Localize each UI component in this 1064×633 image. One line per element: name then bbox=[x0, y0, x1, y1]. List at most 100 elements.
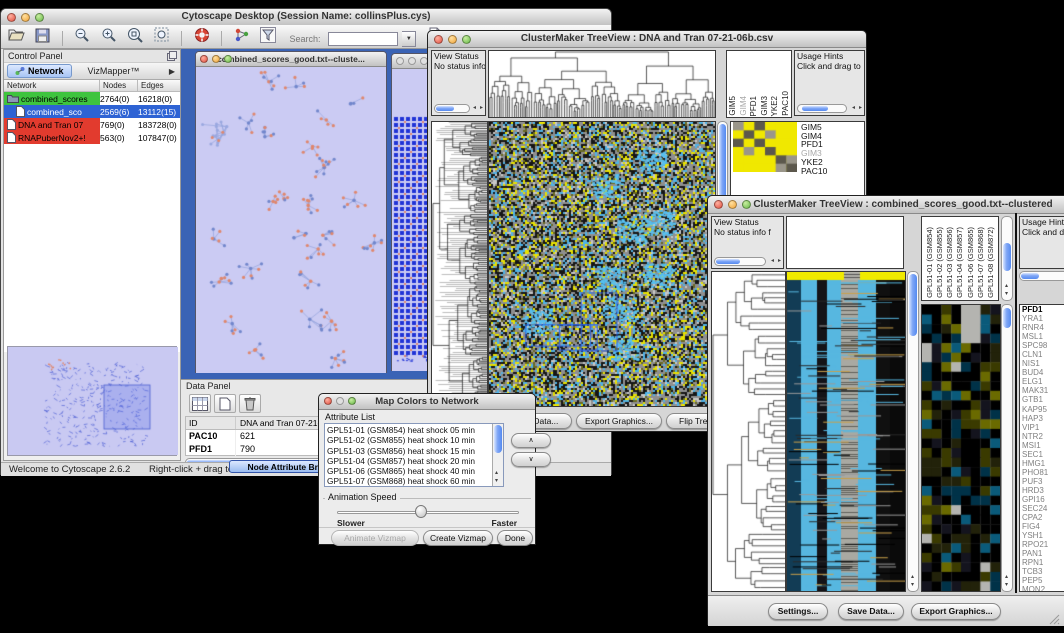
settings-button[interactable]: Settings... bbox=[768, 603, 828, 620]
minimize-icon[interactable] bbox=[336, 397, 344, 405]
gene-label[interactable]: NIS1 bbox=[1020, 359, 1064, 368]
gene-label[interactable]: MSI1 bbox=[1020, 441, 1064, 450]
close-icon[interactable] bbox=[434, 35, 443, 44]
scroll-up-icon[interactable]: ▴ bbox=[495, 470, 498, 477]
gene-label[interactable]: HAP3 bbox=[1020, 414, 1064, 423]
zoom-window-icon[interactable] bbox=[348, 397, 356, 405]
table-mode-icon[interactable] bbox=[189, 394, 211, 413]
scroll-left-icon[interactable]: ◂ bbox=[473, 105, 476, 112]
gene-label[interactable]: HRD3 bbox=[1020, 486, 1064, 495]
gene-label[interactable]: TCB3 bbox=[1020, 567, 1064, 576]
main-titlebar[interactable]: Cytoscape Desktop (Session Name: collins… bbox=[1, 9, 611, 26]
search-input[interactable] bbox=[328, 32, 398, 46]
scrollbar-thumb[interactable] bbox=[716, 259, 740, 264]
create-vizmap-button[interactable]: Create Vizmap bbox=[423, 530, 493, 546]
gene-label[interactable]: PHO81 bbox=[1020, 468, 1064, 477]
scroll-right-icon[interactable]: ▸ bbox=[859, 105, 862, 112]
gene-label[interactable]: BUD4 bbox=[1020, 368, 1064, 377]
scroll-down-icon[interactable]: ▾ bbox=[1005, 582, 1008, 589]
gene-label[interactable]: CLN1 bbox=[1020, 350, 1064, 359]
delete-attribute-trash-icon[interactable] bbox=[239, 394, 261, 413]
network-row-combined-scores[interactable]: combined_scores 2764(0) 16218(0) bbox=[4, 92, 180, 105]
gene-label[interactable]: YSH1 bbox=[1020, 531, 1064, 540]
gene-label[interactable]: PFD1 bbox=[1020, 305, 1064, 314]
gene-label[interactable]: CPA2 bbox=[1020, 513, 1064, 522]
treeview1-titlebar[interactable]: ClusterMaker TreeView : DNA and Tran 07-… bbox=[428, 31, 866, 48]
gene-label[interactable]: RPN1 bbox=[1020, 558, 1064, 567]
column-labels-vscrollbar[interactable]: ▴ ▾ bbox=[1001, 216, 1013, 301]
zoom-heatmap-canvas[interactable] bbox=[922, 305, 1000, 591]
zoom-window-icon[interactable] bbox=[462, 35, 471, 44]
network-row-selected[interactable]: combined_sco 2569(6) 13112(15) bbox=[4, 105, 180, 118]
tab-network[interactable]: Network bbox=[7, 64, 72, 78]
table-header-id[interactable]: ID bbox=[186, 417, 236, 429]
gene-label[interactable]: SEC24 bbox=[1020, 504, 1064, 513]
gene-label[interactable]: VIP1 bbox=[1020, 423, 1064, 432]
tab-vizmapper[interactable]: VizMapper™ bbox=[82, 65, 146, 77]
row-dendrogram-canvas[interactable] bbox=[432, 122, 487, 406]
scroll-down-icon[interactable]: ▾ bbox=[911, 582, 914, 589]
gene-label[interactable]: PEP5 bbox=[1020, 576, 1064, 585]
heatmap-vscrollbar[interactable]: ▴ ▾ bbox=[907, 271, 919, 592]
close-icon[interactable] bbox=[324, 397, 332, 405]
scroll-down-icon[interactable]: ▾ bbox=[495, 478, 498, 485]
treeview2-titlebar[interactable]: ClusterMaker TreeView : combined_scores_… bbox=[708, 196, 1064, 214]
zoom-vscrollbar[interactable]: ▴ ▾ bbox=[1001, 304, 1013, 592]
minimize-icon[interactable] bbox=[728, 200, 737, 209]
column-header-edges[interactable]: Edges bbox=[138, 80, 180, 91]
minimize-icon[interactable] bbox=[212, 55, 220, 63]
animate-vizmap-button[interactable]: Animate Vizmap bbox=[331, 530, 419, 546]
close-icon[interactable] bbox=[7, 13, 16, 22]
gene-label[interactable]: FIG4 bbox=[1020, 522, 1064, 531]
scroll-left-icon[interactable]: ◂ bbox=[852, 105, 855, 112]
dialog-titlebar[interactable]: Map Colors to Network bbox=[319, 394, 535, 410]
list-vscrollbar[interactable]: ▴ ▾ bbox=[492, 424, 503, 486]
zoom-out-icon[interactable] bbox=[71, 25, 93, 45]
gene-label[interactable]: MSL1 bbox=[1020, 332, 1064, 341]
gene-label[interactable]: NTR2 bbox=[1020, 432, 1064, 441]
network-row-dna-tran[interactable]: DNA and Tran 07 769(0) 183728(0) bbox=[4, 118, 180, 131]
view-status-hscrollbar[interactable] bbox=[434, 104, 470, 113]
gene-label[interactable]: SEC1 bbox=[1020, 450, 1064, 459]
gene-label[interactable]: KAP95 bbox=[1020, 405, 1064, 414]
row-dendrogram-canvas[interactable] bbox=[712, 272, 785, 591]
save-data-button[interactable]: Save Data... bbox=[838, 603, 904, 620]
search-dropdown-arrow-icon[interactable]: ▼ bbox=[402, 31, 416, 47]
column-dendrogram-area[interactable] bbox=[786, 216, 904, 269]
gene-label[interactable]: YRA1 bbox=[1020, 314, 1064, 323]
zoom-window-icon[interactable] bbox=[35, 13, 44, 22]
gene-label[interactable]: RPO21 bbox=[1020, 540, 1064, 549]
gene-label[interactable]: PUF3 bbox=[1020, 477, 1064, 486]
zoom-window-icon[interactable] bbox=[742, 200, 751, 209]
scroll-up-icon[interactable]: ▴ bbox=[1005, 283, 1008, 290]
minimize-icon[interactable] bbox=[448, 35, 457, 44]
zoom-fit-icon[interactable] bbox=[151, 25, 173, 45]
export-graphics-button[interactable]: Export Graphics... bbox=[576, 413, 662, 429]
gene-label[interactable]: PAN1 bbox=[1020, 549, 1064, 558]
attribute-list-item[interactable]: GPL51-02 (GSM855) heat shock 10 min bbox=[325, 435, 491, 445]
view-status-hscrollbar[interactable] bbox=[714, 257, 766, 266]
column-header-nodes[interactable]: Nodes bbox=[100, 80, 138, 91]
gene-label[interactable]: MAK31 bbox=[1020, 386, 1064, 395]
attribute-listbox[interactable]: GPL51-01 (GSM854) heat shock 05 minGPL51… bbox=[324, 423, 504, 487]
scrollbar-thumb[interactable] bbox=[494, 425, 502, 453]
minimize-icon[interactable] bbox=[408, 57, 416, 65]
attribute-list-item[interactable]: GPL51-01 (GSM854) heat shock 05 min bbox=[325, 425, 491, 435]
scroll-right-icon[interactable]: ▸ bbox=[480, 105, 483, 112]
network-settings-icon[interactable] bbox=[231, 25, 253, 45]
usage-hints-hscrollbar[interactable] bbox=[797, 104, 847, 113]
filter-icon[interactable] bbox=[257, 25, 279, 45]
save-icon[interactable] bbox=[31, 26, 53, 46]
new-attribute-icon[interactable] bbox=[214, 394, 236, 413]
close-icon[interactable] bbox=[714, 200, 723, 209]
scrollbar-thumb[interactable] bbox=[802, 106, 828, 111]
done-button[interactable]: Done bbox=[497, 530, 533, 546]
attribute-list-item[interactable]: GPL51-06 (GSM865) heat shock 40 min bbox=[325, 466, 491, 476]
minimize-icon[interactable] bbox=[21, 13, 30, 22]
network-row-rnapuber[interactable]: RNAPuberNov2+! 563(0) 107847(0) bbox=[4, 131, 180, 144]
gene-label[interactable]: ELG1 bbox=[1020, 377, 1064, 386]
move-up-button[interactable]: ∧ bbox=[511, 433, 551, 448]
zoom-in-icon[interactable] bbox=[98, 25, 120, 45]
zoom-selected-icon[interactable] bbox=[124, 25, 146, 45]
gene-label[interactable]: MON2 bbox=[1020, 585, 1064, 592]
